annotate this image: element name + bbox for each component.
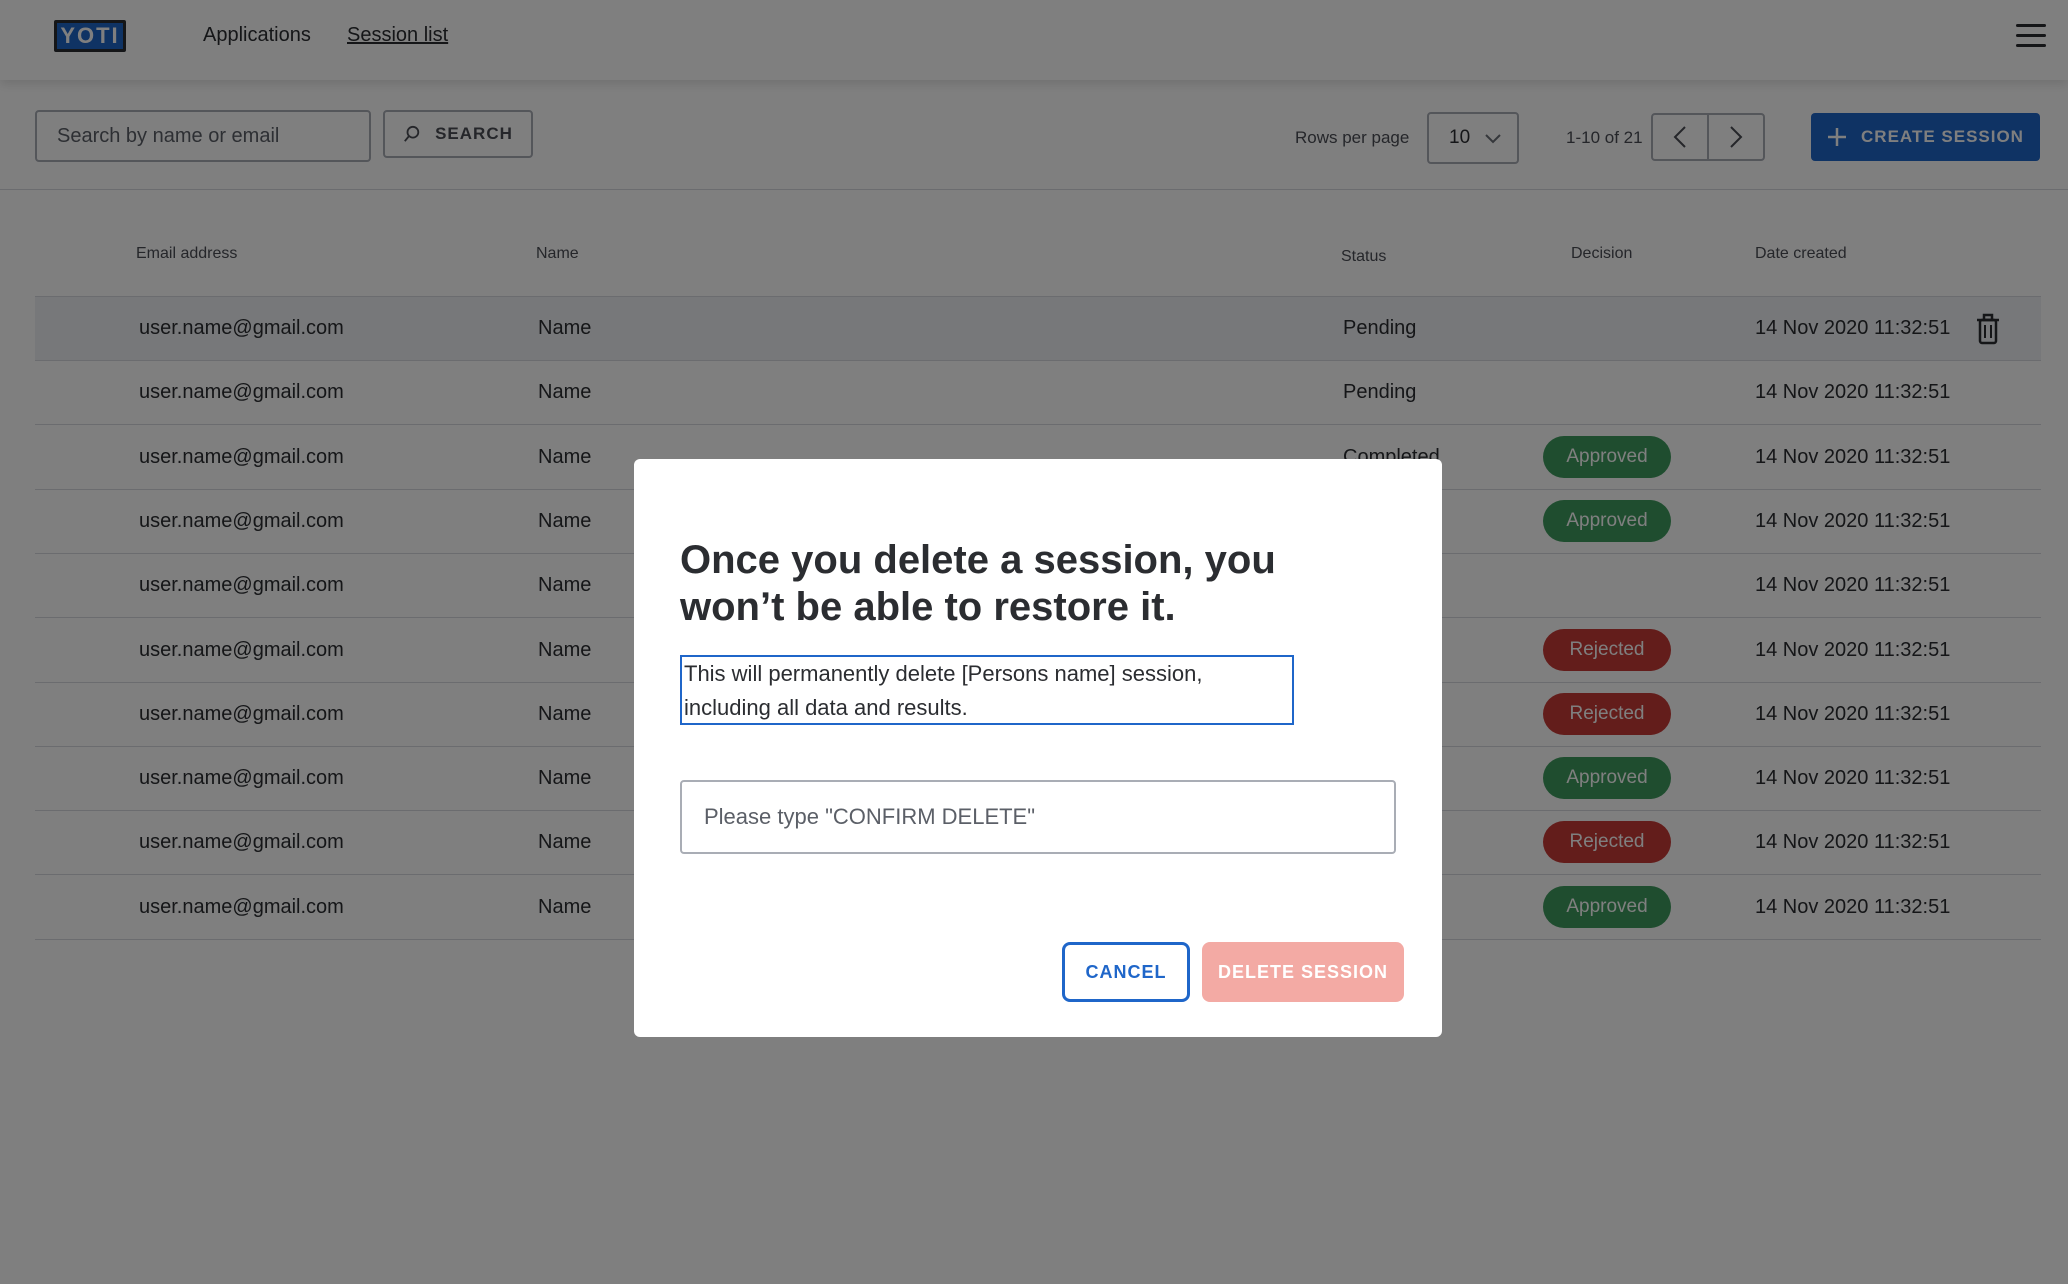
modal-body-text: This will permanently delete [Persons na…: [680, 655, 1294, 725]
cancel-button[interactable]: CANCEL: [1062, 942, 1190, 1002]
delete-session-modal: Once you delete a session, you won’t be …: [634, 459, 1442, 1037]
modal-title: Once you delete a session, you won’t be …: [680, 538, 1276, 629]
confirm-delete-input[interactable]: [680, 780, 1396, 854]
delete-session-button[interactable]: DELETE SESSION: [1202, 942, 1404, 1002]
